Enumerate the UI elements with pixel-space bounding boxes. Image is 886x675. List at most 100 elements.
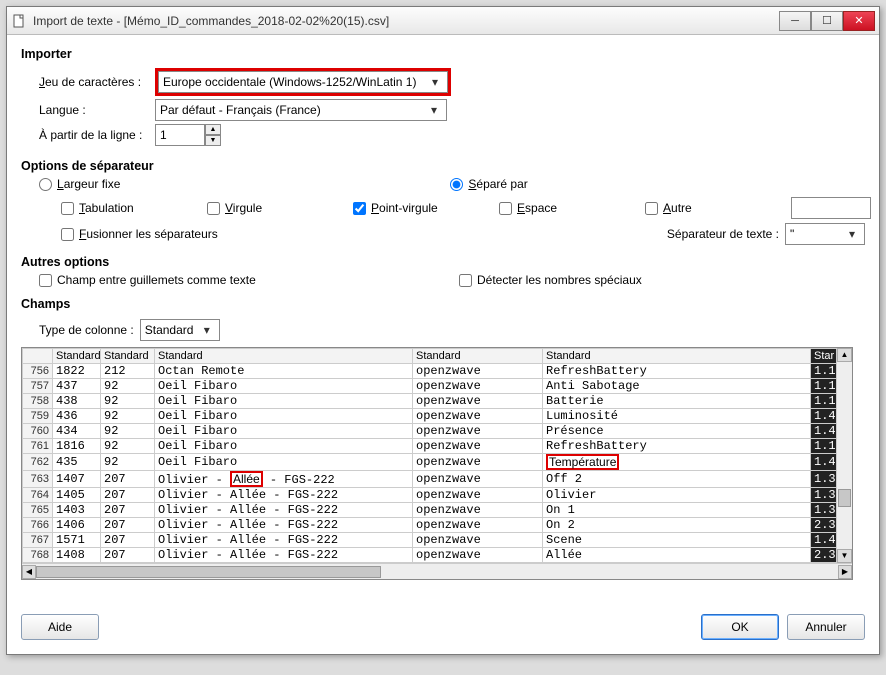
table-row[interactable]: 7561822212Octan RemoteopenzwaveRefreshBa…	[23, 364, 837, 379]
minimize-button[interactable]: ─	[779, 11, 811, 31]
table-row[interactable]: 7641405207Olivier - Allée - FGS-222openz…	[23, 488, 837, 503]
table-cell[interactable]: 1407	[53, 471, 101, 488]
table-cell[interactable]: 1822	[53, 364, 101, 379]
semicolon-checkbox[interactable]: Point-virgule	[353, 201, 439, 215]
table-cell[interactable]: openzwave	[413, 424, 543, 439]
table-row[interactable]: 76043492Oeil FibaroopenzwavePrésence1.4	[23, 424, 837, 439]
table-row[interactable]: 75843892Oeil FibaroopenzwaveBatterie1.1	[23, 394, 837, 409]
table-cell[interactable]: 92	[101, 409, 155, 424]
table-cell[interactable]: RefreshBattery	[543, 439, 811, 454]
column-header[interactable]: Standard	[413, 349, 543, 364]
table-cell[interactable]: Batterie	[543, 394, 811, 409]
table-cell[interactable]: 436	[53, 409, 101, 424]
table-cell[interactable]: Olivier - Allée - FGS-222	[155, 548, 413, 563]
scroll-right-icon[interactable]: ▶	[838, 565, 852, 579]
table-cell[interactable]: Allée	[543, 548, 811, 563]
fromline-spinner[interactable]: ▲▼	[155, 124, 221, 146]
space-checkbox[interactable]: Espace	[499, 201, 585, 215]
fromline-input[interactable]	[155, 124, 205, 146]
table-cell[interactable]: 437	[53, 379, 101, 394]
vertical-scrollbar[interactable]: ▲ ▼	[836, 348, 852, 563]
column-header[interactable]: Standard	[101, 349, 155, 364]
table-row[interactable]: 76243592Oeil FibaroopenzwaveTempérature1…	[23, 454, 837, 471]
ok-button[interactable]: OK	[701, 614, 779, 640]
lang-combo[interactable]: Par défaut - Français (France) ▾	[155, 99, 447, 121]
other-checkbox[interactable]: Autre	[645, 201, 731, 215]
table-cell[interactable]: 207	[101, 533, 155, 548]
table-cell[interactable]: openzwave	[413, 471, 543, 488]
table-cell[interactable]: 92	[101, 439, 155, 454]
table-cell[interactable]: Anti Sabotage	[543, 379, 811, 394]
table-cell[interactable]: openzwave	[413, 364, 543, 379]
scroll-up-icon[interactable]: ▲	[837, 348, 852, 362]
data-table[interactable]: StandardStandardStandardStandardStandard…	[22, 348, 836, 563]
table-cell[interactable]: Oeil Fibaro	[155, 379, 413, 394]
table-cell[interactable]: 1.1	[811, 439, 837, 454]
table-cell[interactable]: Scene	[543, 533, 811, 548]
table-cell[interactable]: Olivier	[543, 488, 811, 503]
type-combo[interactable]: Standard ▾	[140, 319, 220, 341]
table-cell[interactable]: openzwave	[413, 439, 543, 454]
table-cell[interactable]: openzwave	[413, 548, 543, 563]
table-cell[interactable]: 2.3	[811, 518, 837, 533]
table-cell[interactable]: Présence	[543, 424, 811, 439]
table-cell[interactable]: 1.3	[811, 488, 837, 503]
table-cell[interactable]: 435	[53, 454, 101, 471]
table-row[interactable]: 7631407207Olivier - Allée - FGS-222openz…	[23, 471, 837, 488]
close-button[interactable]: ✕	[843, 11, 875, 31]
table-cell[interactable]: Olivier - Allée - FGS-222	[155, 503, 413, 518]
table-cell[interactable]: openzwave	[413, 454, 543, 471]
table-cell[interactable]: 434	[53, 424, 101, 439]
table-cell[interactable]: Olivier - Allée - FGS-222	[155, 518, 413, 533]
merge-checkbox[interactable]: Fusionner les séparateurs	[61, 227, 218, 241]
tab-checkbox[interactable]: Tabulation	[61, 201, 147, 215]
table-cell[interactable]: openzwave	[413, 488, 543, 503]
table-cell[interactable]: Olivier - Allée - FGS-222	[155, 533, 413, 548]
table-cell[interactable]: 207	[101, 471, 155, 488]
table-cell[interactable]: Oeil Fibaro	[155, 424, 413, 439]
table-cell[interactable]: Température	[543, 454, 811, 471]
table-cell[interactable]: Olivier - Allée - FGS-222	[155, 471, 413, 488]
table-cell[interactable]: 1.4	[811, 424, 837, 439]
table-cell[interactable]: openzwave	[413, 394, 543, 409]
horizontal-scrollbar[interactable]: ◀ ▶	[22, 563, 852, 579]
table-cell[interactable]: Luminosité	[543, 409, 811, 424]
spin-down-icon[interactable]: ▼	[205, 135, 221, 146]
table-cell[interactable]: openzwave	[413, 518, 543, 533]
table-cell[interactable]: openzwave	[413, 533, 543, 548]
column-header[interactable]: Standard	[543, 349, 811, 364]
column-header[interactable]: Star	[811, 349, 837, 364]
table-cell[interactable]: 1405	[53, 488, 101, 503]
table-cell[interactable]: 1.4	[811, 454, 837, 471]
table-cell[interactable]: openzwave	[413, 379, 543, 394]
table-cell[interactable]: Oeil Fibaro	[155, 409, 413, 424]
table-cell[interactable]: 1571	[53, 533, 101, 548]
table-cell[interactable]: Off 2	[543, 471, 811, 488]
table-cell[interactable]: 2.3	[811, 548, 837, 563]
table-cell[interactable]: 207	[101, 548, 155, 563]
table-cell[interactable]: Olivier - Allée - FGS-222	[155, 488, 413, 503]
table-cell[interactable]: 1.3	[811, 471, 837, 488]
table-cell[interactable]: 1.1	[811, 379, 837, 394]
table-cell[interactable]: 92	[101, 454, 155, 471]
table-cell[interactable]: 438	[53, 394, 101, 409]
quoted-checkbox[interactable]: Champ entre guillemets comme texte	[39, 273, 339, 287]
table-cell[interactable]: Oeil Fibaro	[155, 439, 413, 454]
table-cell[interactable]: 1406	[53, 518, 101, 533]
table-row[interactable]: 75943692Oeil FibaroopenzwaveLuminosité1.…	[23, 409, 837, 424]
spin-up-icon[interactable]: ▲	[205, 124, 221, 135]
table-cell[interactable]: openzwave	[413, 503, 543, 518]
column-header[interactable]: Standard	[53, 349, 101, 364]
table-cell[interactable]: 92	[101, 424, 155, 439]
table-cell[interactable]: 1816	[53, 439, 101, 454]
cancel-button[interactable]: Annuler	[787, 614, 865, 640]
table-cell[interactable]: 1.1	[811, 364, 837, 379]
table-cell[interactable]: 1.4	[811, 533, 837, 548]
scroll-thumb[interactable]	[838, 489, 851, 507]
comma-checkbox[interactable]: Virgule	[207, 201, 293, 215]
scroll-left-icon[interactable]: ◀	[22, 565, 36, 579]
table-row[interactable]: 761181692Oeil FibaroopenzwaveRefreshBatt…	[23, 439, 837, 454]
table-row[interactable]: 7681408207Olivier - Allée - FGS-222openz…	[23, 548, 837, 563]
help-button[interactable]: Aide	[21, 614, 99, 640]
table-cell[interactable]: On 2	[543, 518, 811, 533]
